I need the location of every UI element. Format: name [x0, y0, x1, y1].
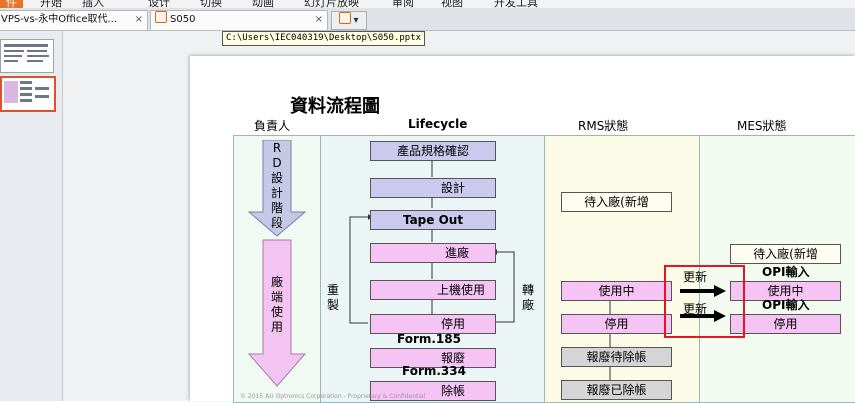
- opi-input-label-2: OPI輸入: [762, 298, 810, 312]
- tab-s050[interactable]: S050 ×: [150, 10, 328, 30]
- menu-developer[interactable]: 开发工具: [494, 0, 538, 8]
- header-rms: RMS狀態: [578, 119, 629, 133]
- menu-file[interactable]: 件: [0, 0, 23, 8]
- in-use-label: 上機使用: [436, 283, 485, 297]
- menu-transition[interactable]: 切换: [200, 0, 222, 8]
- lifecycle-step-in-use: 上機使用: [370, 280, 496, 300]
- mes-status-pending: 待入廠(新增: [730, 244, 841, 264]
- close-tab-icon[interactable]: ×: [315, 11, 323, 29]
- menu-bar: 件 开始 插入 设计 切换 动画 幻灯片放映 审阅 视图 开发工具: [0, 0, 855, 8]
- slide-title: 資料流程圖: [290, 96, 380, 117]
- tab-vps-document[interactable]: VPS-vs-永中Office取代... ×: [0, 10, 148, 30]
- rms-status-scrap-done: 報廢已除帳: [561, 380, 672, 400]
- factory-phase-label: 廠端使用: [270, 275, 283, 334]
- new-tab-button[interactable]: ▾: [331, 11, 367, 30]
- menu-design[interactable]: 设计: [148, 0, 170, 8]
- slide-thumbnail-pane: [0, 31, 63, 401]
- document-tab-bar: VPS-vs-永中Office取代... × S050 × ▾: [0, 8, 855, 31]
- menu-view[interactable]: 视图: [441, 0, 463, 8]
- menu-slideshow[interactable]: 幻灯片放映: [304, 0, 359, 8]
- close-tab-icon[interactable]: ×: [135, 11, 143, 29]
- writeoff-label: 除帳: [440, 384, 465, 398]
- rework-label: 重製: [326, 283, 339, 312]
- mes-status-disabled: 停用: [730, 314, 841, 334]
- lifecycle-step-tapeout: Tape Out: [370, 210, 496, 230]
- lifecycle-step-disabled: 停用: [370, 314, 496, 334]
- lifecycle-step-design: 設計: [370, 178, 496, 198]
- lifecycle-step-spec: 產品規格確認: [370, 141, 496, 161]
- lifecycle-step-inbound: 進廠: [370, 243, 496, 263]
- menu-review[interactable]: 审阅: [392, 0, 414, 8]
- slide-footer: © 2015 AU Optronics Corporation - Propri…: [240, 393, 426, 400]
- tab-label: S050: [170, 14, 196, 25]
- scrapped-label: 報廢: [440, 351, 465, 365]
- inbound-label: 進廠: [444, 246, 469, 260]
- rms-status-disabled: 停用: [561, 314, 672, 334]
- rms-status-pending: 待入廠(新增: [561, 192, 672, 212]
- form-334-label: Form.334: [402, 364, 466, 378]
- opi-input-label-1: OPI輸入: [762, 265, 810, 279]
- transfer-label: 轉廠: [521, 283, 534, 312]
- tab-label: VPS-vs-永中Office取代...: [1, 14, 118, 25]
- presentation-icon: [155, 11, 167, 23]
- disabled-label: 停用: [440, 317, 465, 331]
- update-highlight-box: [664, 265, 745, 338]
- new-document-icon: [339, 12, 352, 24]
- file-path-tooltip: C:\Users\IEC040319\Desktop\S050.pptx: [222, 31, 426, 46]
- header-owner: 負責人: [254, 119, 291, 133]
- dropdown-arrow-icon: ▾: [353, 15, 359, 26]
- rd-phase-label: RD設計階段: [270, 141, 283, 230]
- menu-animation[interactable]: 动画: [252, 0, 274, 8]
- form-185-label: Form.185: [397, 332, 461, 346]
- menu-insert[interactable]: 插入: [82, 0, 104, 8]
- header-lifecycle: Lifecycle: [408, 117, 468, 131]
- menu-home[interactable]: 开始: [40, 0, 62, 8]
- slide-thumbnail-1[interactable]: [0, 39, 54, 73]
- design-label: 設計: [440, 181, 465, 195]
- rms-status-in-use: 使用中: [561, 281, 672, 301]
- rms-status-scrap-pending: 報廢待除帳: [561, 347, 672, 367]
- slide-thumbnail-2[interactable]: [0, 76, 56, 112]
- header-mes: MES狀態: [737, 119, 787, 133]
